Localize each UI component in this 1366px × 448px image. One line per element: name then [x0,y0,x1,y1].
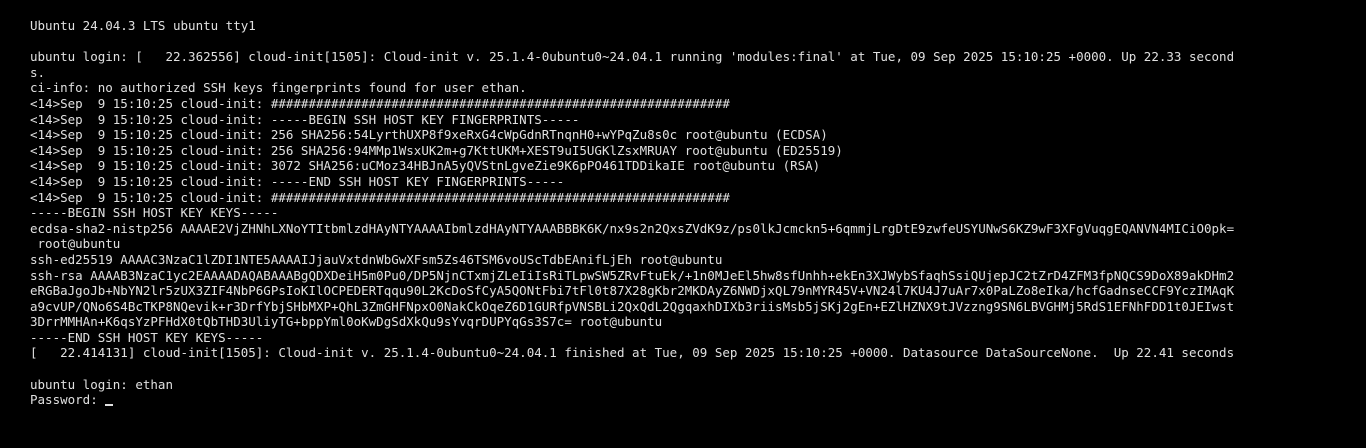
console-line: ssh-rsa AAAAB3NzaC1yc2EAAAADAQABAAABgQDX… [30,267,1235,283]
console-line: ecdsa-sha2-nistp256 AAAAE2VjZHNhLXNoYTIt… [30,220,1235,236]
console-line: 3DrrMMHAn+K6qsYzPFHdX0tQbTHD3UliyTG+bppY… [30,314,663,330]
console-line: <14>Sep 9 15:10:25 cloud-init: 3072 SHA2… [30,158,821,174]
console-line: <14>Sep 9 15:10:25 cloud-init: -----BEGI… [30,111,580,127]
console-line: <14>Sep 9 15:10:25 cloud-init: #########… [30,95,730,111]
console-line: <14>Sep 9 15:10:25 cloud-init: #########… [30,189,730,205]
console-line: <14>Sep 9 15:10:25 cloud-init: 256 SHA25… [30,142,843,158]
console-line: <14>Sep 9 15:10:25 cloud-init: 256 SHA25… [30,127,828,143]
console-line: [ 22.414131] cloud-init[1505]: Cloud-ini… [30,345,1235,361]
console-line: s. [30,64,46,80]
tty-console[interactable]: Ubuntu 24.04.3 LTS ubuntu tty1 ubuntu log… [30,18,1330,408]
console-line: -----BEGIN SSH HOST KEY KEYS----- [30,205,279,221]
console-line: ci-info: no authorized SSH keys fingerpr… [30,80,527,96]
console-line: ubuntu login: ethan [30,376,173,392]
console-line: eRGBaJgoJb+NbYN2lr5zUX3ZIF4NbP6GPsIoKIlO… [30,283,1235,299]
console-line: Ubuntu 24.04.3 LTS ubuntu tty1 [30,18,256,33]
console-line: -----END SSH HOST KEY KEYS----- [30,329,264,345]
console-line: a9cvUP/QNo6S4BcTKP8NQevik+r3DrfYbjSHbMXP… [30,298,1235,314]
console-line: ssh-ed25519 AAAAC3NzaC1lZDI1NTE5AAAAIJja… [30,251,723,267]
console-line: ubuntu login: [ 22.362556] cloud-init[15… [30,49,1235,65]
console-output: Ubuntu 24.04.3 LTS ubuntu tty1 ubuntu log… [30,18,1330,392]
password-prompt: Password: [30,392,106,408]
text-cursor [105,404,114,407]
console-line: <14>Sep 9 15:10:25 cloud-init: -----END … [30,173,565,189]
password-line[interactable]: Password: [30,392,1330,408]
console-line: root@ubuntu [30,236,121,252]
